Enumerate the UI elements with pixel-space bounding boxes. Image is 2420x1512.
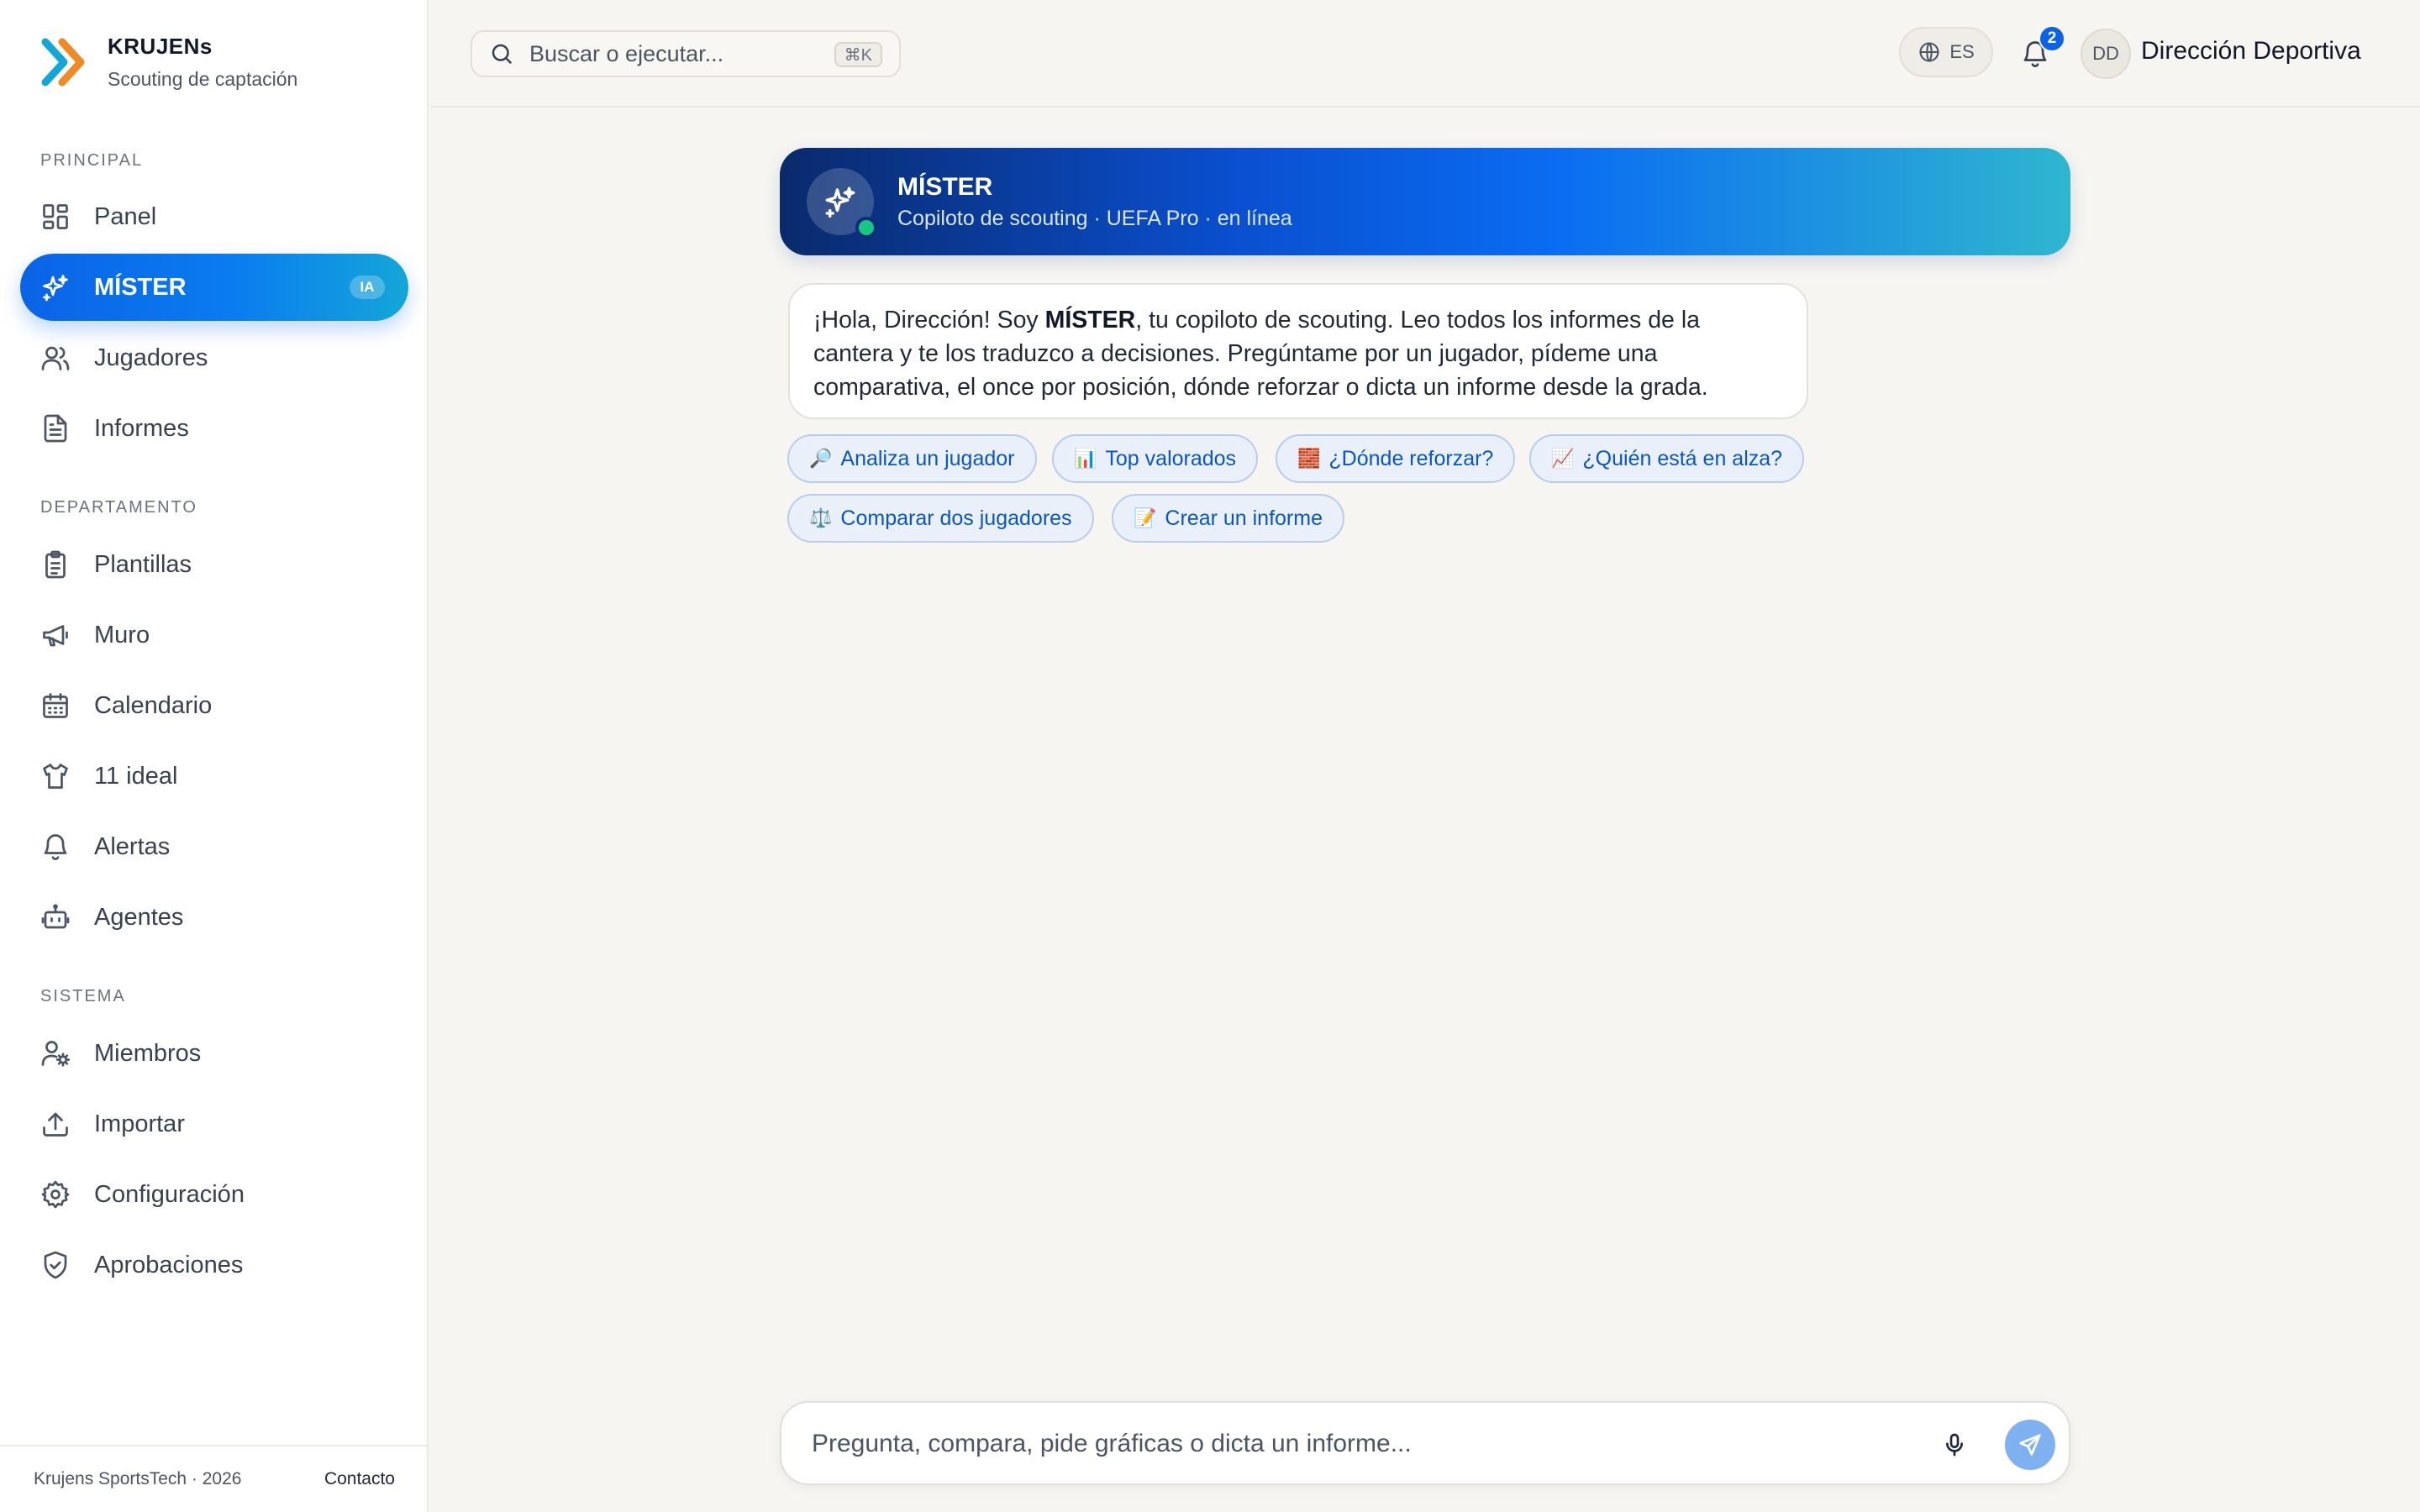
language-selector[interactable]: ES bbox=[1899, 27, 1993, 77]
sidebar-item-label: Panel bbox=[94, 202, 157, 230]
microphone-icon bbox=[1946, 1433, 1963, 1457]
sidebar-item-11-ideal[interactable]: 11 ideal bbox=[20, 743, 408, 810]
assistant-avatar bbox=[807, 168, 877, 239]
clipboard-icon bbox=[40, 549, 71, 580]
sidebar-item-configuracion[interactable]: Configuración bbox=[20, 1161, 408, 1228]
megaphone-icon bbox=[40, 620, 71, 650]
sidebar-item-label: Importar bbox=[94, 1110, 185, 1137]
sidebar-item-label: Informes bbox=[94, 414, 189, 442]
sidebar-item-label: Muro bbox=[94, 621, 150, 648]
brick-icon: 🧱 bbox=[1297, 448, 1321, 469]
language-code: ES bbox=[1949, 41, 1975, 62]
suggestion-label: Crear un informe bbox=[1165, 506, 1323, 530]
suggestion-quien-en-alza[interactable]: 📈 ¿Quién está en alza? bbox=[1529, 434, 1805, 483]
notifications-button[interactable]: 2 bbox=[2012, 25, 2065, 77]
assistant-message: ¡Hola, Dirección! Soy MÍSTER, tu copilot… bbox=[788, 283, 1808, 419]
magnifier-icon: 🔎 bbox=[809, 448, 833, 469]
sidebar-footer: Krujens SportsTech · 2026 Contacto bbox=[0, 1445, 429, 1512]
ia-badge: IA bbox=[350, 276, 385, 299]
shirt-icon bbox=[40, 761, 71, 791]
suggestion-top-valorados[interactable]: 📊 Top valorados bbox=[1052, 434, 1259, 483]
dashboard-icon bbox=[40, 202, 71, 232]
sidebar-item-label: Jugadores bbox=[94, 344, 208, 371]
sidebar-item-label: 11 ideal bbox=[94, 762, 178, 790]
sidebar-item-label: Configuración bbox=[94, 1180, 245, 1208]
assistant-header: MÍSTER Copiloto de scouting · UEFA Pro ·… bbox=[780, 148, 2070, 255]
section-label-sistema: SISTEMA bbox=[40, 987, 126, 1005]
assistant-name: MÍSTER bbox=[897, 172, 993, 201]
user-cog-icon bbox=[40, 1038, 71, 1068]
sidebar-item-panel[interactable]: Panel bbox=[20, 183, 408, 250]
suggestion-analiza-jugador[interactable]: 🔎 Analiza un jugador bbox=[787, 434, 1037, 483]
brand-subtitle: Scouting de captación bbox=[108, 68, 298, 90]
sidebar-item-label: Plantillas bbox=[94, 550, 192, 578]
suggestion-label: Analiza un jugador bbox=[840, 446, 1015, 470]
globe-icon bbox=[1919, 42, 1939, 62]
sidebar-item-mister[interactable]: MÍSTER IA bbox=[20, 254, 408, 321]
bot-icon bbox=[40, 902, 71, 932]
copyright-text: Krujens SportsTech · 2026 bbox=[34, 1469, 242, 1488]
sidebar: KRUJENs Scouting de captación PRINCIPAL … bbox=[0, 0, 429, 1512]
suggestion-comparar-jugadores[interactable]: ⚖️ Comparar dos jugadores bbox=[787, 494, 1094, 543]
sidebar-item-label: MÍSTER bbox=[94, 273, 187, 301]
gear-icon bbox=[40, 1179, 71, 1210]
sidebar-item-label: Agentes bbox=[94, 903, 184, 931]
message-text-bold: MÍSTER bbox=[1044, 307, 1136, 333]
send-icon bbox=[2019, 1434, 2041, 1456]
search-shortcut: ⌘K bbox=[834, 42, 882, 67]
user-name[interactable]: Dirección Deportiva bbox=[2141, 37, 2361, 66]
suggestion-crear-informe[interactable]: 📝 Crear un informe bbox=[1112, 494, 1344, 543]
message-composer bbox=[780, 1401, 2070, 1485]
section-label-principal: PRINCIPAL bbox=[40, 151, 144, 170]
sparkles-icon bbox=[825, 186, 855, 218]
scales-icon: ⚖️ bbox=[809, 507, 833, 528]
suggestion-label: Comparar dos jugadores bbox=[840, 506, 1072, 530]
search-icon bbox=[492, 44, 513, 65]
brand[interactable]: KRUJENs Scouting de captación bbox=[40, 32, 297, 92]
shield-check-icon bbox=[40, 1250, 71, 1280]
sparkles-icon bbox=[40, 272, 71, 302]
assistant-status: Copiloto de scouting · UEFA Pro · en lín… bbox=[897, 206, 1292, 230]
search-box[interactable]: ⌘K bbox=[471, 30, 901, 77]
suggestion-label: ¿Dónde reforzar? bbox=[1328, 446, 1494, 470]
message-input[interactable] bbox=[812, 1425, 1904, 1463]
sidebar-item-label: Miembros bbox=[94, 1039, 202, 1067]
send-button[interactable] bbox=[2005, 1420, 2055, 1470]
online-status-dot bbox=[855, 217, 877, 239]
sidebar-item-informes[interactable]: Informes bbox=[20, 395, 408, 462]
sidebar-item-agentes[interactable]: Agentes bbox=[20, 884, 408, 951]
contact-link[interactable]: Contacto bbox=[324, 1469, 395, 1489]
bar-chart-icon: 📊 bbox=[1074, 448, 1097, 469]
users-icon bbox=[40, 343, 71, 373]
bell-icon bbox=[40, 832, 71, 862]
sidebar-item-importar[interactable]: Importar bbox=[20, 1090, 408, 1158]
message-text-start: ¡Hola, Dirección! Soy bbox=[813, 307, 1045, 333]
sidebar-item-aprobaciones[interactable]: Aprobaciones bbox=[20, 1231, 408, 1299]
brand-name: KRUJENs bbox=[108, 34, 213, 59]
dictate-button[interactable] bbox=[1938, 1428, 1971, 1462]
search-input[interactable] bbox=[529, 40, 815, 67]
sidebar-item-calendario[interactable]: Calendario bbox=[20, 672, 408, 739]
sidebar-item-label: Aprobaciones bbox=[94, 1251, 244, 1278]
upload-icon bbox=[40, 1109, 71, 1139]
sidebar-item-plantillas[interactable]: Plantillas bbox=[20, 531, 408, 598]
sidebar-item-muro[interactable]: Muro bbox=[20, 601, 408, 669]
trending-up-icon: 📈 bbox=[1551, 448, 1575, 469]
notification-count-badge: 2 bbox=[2039, 25, 2065, 52]
file-text-icon bbox=[40, 413, 71, 444]
suggestion-label: Top valorados bbox=[1105, 446, 1237, 470]
section-label-departamento: DEPARTAMENTO bbox=[40, 498, 197, 517]
memo-icon: 📝 bbox=[1134, 507, 1157, 528]
sidebar-item-alertas[interactable]: Alertas bbox=[20, 813, 408, 880]
sidebar-item-jugadores[interactable]: Jugadores bbox=[20, 324, 408, 391]
calendar-icon bbox=[40, 690, 71, 721]
sidebar-item-label: Alertas bbox=[94, 832, 171, 860]
sidebar-item-miembros[interactable]: Miembros bbox=[20, 1020, 408, 1087]
brand-logo-icon bbox=[41, 38, 85, 87]
suggestion-donde-reforzar[interactable]: 🧱 ¿Dónde reforzar? bbox=[1276, 434, 1516, 483]
sidebar-item-label: Calendario bbox=[94, 691, 213, 719]
user-avatar[interactable]: DD bbox=[2081, 29, 2131, 79]
suggestion-label: ¿Quién está en alza? bbox=[1582, 446, 1783, 470]
topbar: ⌘K ES 2 DD Dirección Deportiva bbox=[430, 0, 2420, 108]
